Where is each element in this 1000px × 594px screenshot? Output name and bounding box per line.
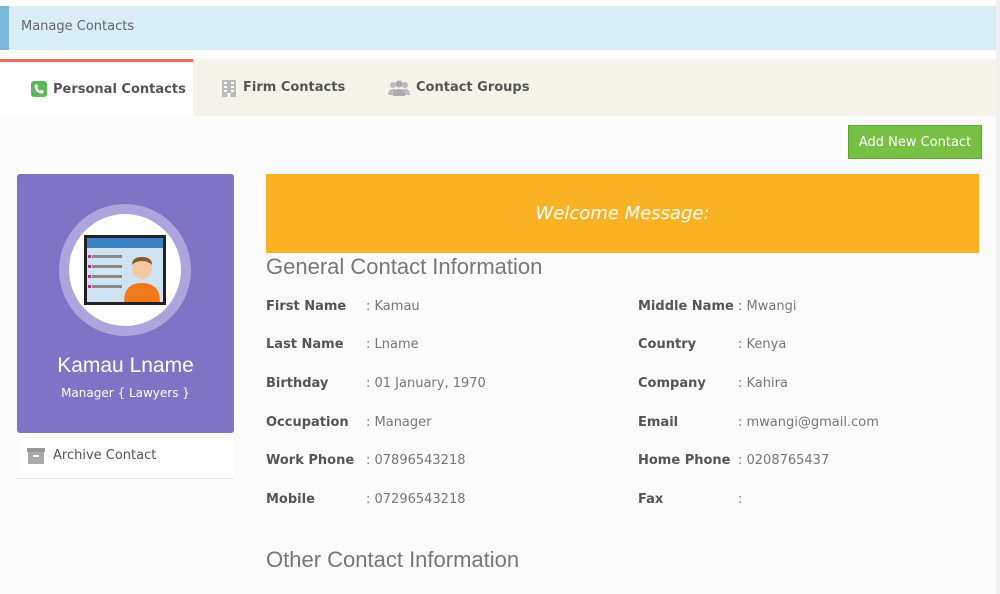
profile-card: Kamau Lname Manager { Lawyers } <box>17 174 234 433</box>
building-icon <box>221 79 237 97</box>
users-icon <box>388 80 410 96</box>
field-value: : Kamau <box>366 298 420 314</box>
field-value: : 07896543218 <box>366 452 466 468</box>
field-value: : 0208765437 <box>738 452 830 468</box>
field-label: Home Phone <box>638 452 731 468</box>
profile-name: Kamau Lname <box>57 354 194 377</box>
field-fax: Fax : <box>638 489 742 509</box>
field-label: Birthday <box>266 375 329 391</box>
field-label: Country <box>638 336 697 352</box>
field-value: : Manager <box>366 414 432 430</box>
field-value: : Mwangi <box>738 298 797 314</box>
tab-label: Firm Contacts <box>243 80 346 95</box>
field-label: Middle Name <box>638 298 734 314</box>
field-label: Work Phone <box>266 452 355 468</box>
tab-firm-contacts[interactable]: Firm Contacts <box>221 59 345 116</box>
tab-label: Personal Contacts <box>53 81 186 97</box>
phone-icon <box>31 81 47 97</box>
tab-personal-contacts[interactable]: Personal Contacts <box>0 59 193 116</box>
field-work-phone: Work Phone : 07896543218 <box>266 450 466 470</box>
tab-contact-groups[interactable]: Contact Groups <box>388 59 529 116</box>
field-middle-name: Middle Name : Mwangi <box>638 296 796 316</box>
field-value: : <box>738 491 743 507</box>
breadcrumb: Manage Contacts <box>0 6 996 50</box>
field-label: Fax <box>638 491 664 507</box>
field-email: Email : mwangi@gmail.com <box>638 412 879 432</box>
avatar <box>59 204 191 336</box>
field-company: Company : Kahira <box>638 373 788 393</box>
welcome-message: Welcome Message: <box>535 203 710 224</box>
field-country: Country : Kenya <box>638 334 786 354</box>
general-info-title: General Contact Information <box>266 254 543 279</box>
field-home-phone: Home Phone : 0208765437 <box>638 450 829 470</box>
field-last-name: Last Name : Lname <box>266 334 419 354</box>
field-occupation: Occupation : Manager <box>266 412 432 432</box>
field-label: Last Name <box>266 336 344 352</box>
archive-label: Archive Contact <box>53 448 157 463</box>
field-birthday: Birthday : 01 January, 1970 <box>266 373 486 393</box>
field-label: Company <box>638 375 706 391</box>
field-label: First Name <box>266 298 347 314</box>
field-value: : Lname <box>366 336 419 352</box>
contact-card-icon <box>84 235 166 305</box>
tab-label: Contact Groups <box>416 80 530 95</box>
field-mobile: Mobile : 07296543218 <box>266 489 466 509</box>
breadcrumb-title: Manage Contacts <box>21 19 135 34</box>
welcome-banner: Welcome Message: <box>266 174 979 253</box>
field-value: : 01 January, 1970 <box>366 375 486 391</box>
archive-contact-button[interactable]: Archive Contact <box>17 433 234 479</box>
field-value: : Kahira <box>738 375 788 391</box>
scrollbar[interactable] <box>996 0 1000 594</box>
field-label: Occupation <box>266 414 349 430</box>
field-value: : mwangi@gmail.com <box>738 414 879 430</box>
field-label: Mobile <box>266 491 315 507</box>
other-info-title: Other Contact Information <box>266 547 520 572</box>
field-value: : 07296543218 <box>366 491 466 507</box>
archive-icon <box>27 447 45 464</box>
add-new-contact-button[interactable]: Add New Contact <box>848 125 982 159</box>
tab-bar: Personal Contacts Firm Contacts Contact … <box>0 59 996 116</box>
profile-role: Manager { Lawyers } <box>61 386 190 400</box>
field-first-name: First Name : Kamau <box>266 296 420 316</box>
field-value: : Kenya <box>738 336 787 352</box>
field-label: Email <box>638 414 679 430</box>
